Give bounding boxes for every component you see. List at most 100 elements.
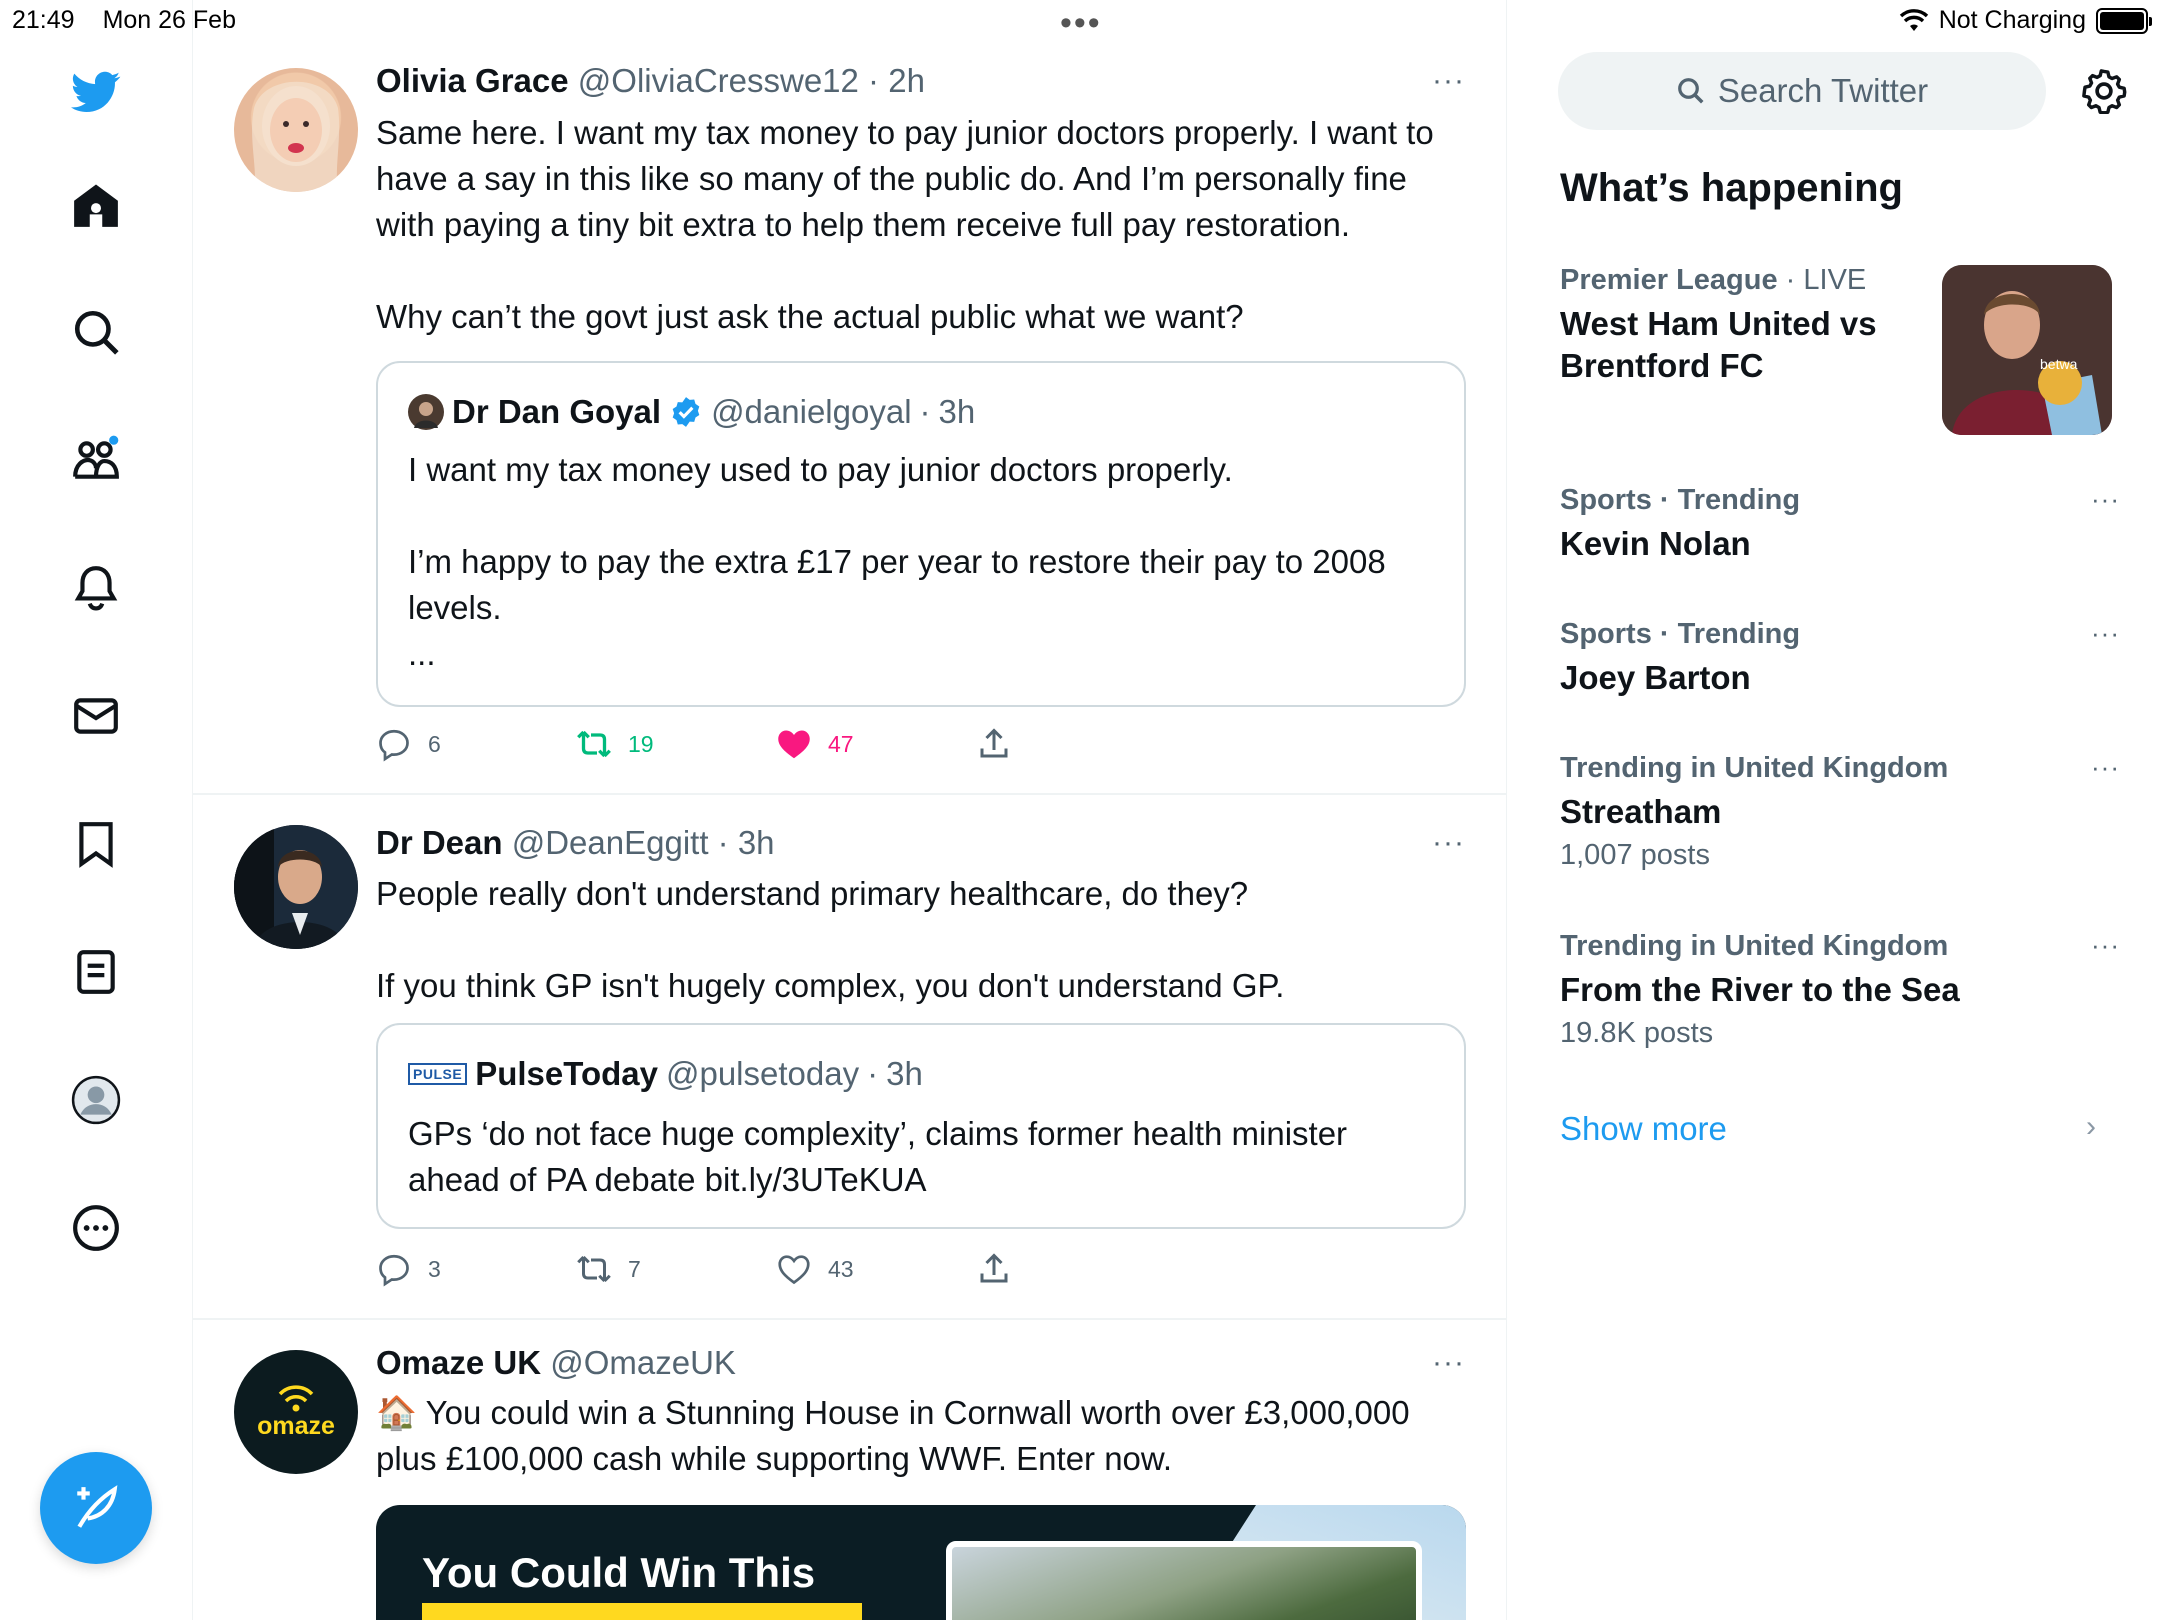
quoted-tweet-text: GPs ‘do not face huge complexity’, claim…: [408, 1115, 1357, 1198]
promo-title: You Could Win This: [422, 1549, 816, 1596]
retweet-button[interactable]: 7: [576, 1251, 641, 1287]
lists-icon[interactable]: [66, 942, 126, 1002]
house-emoji-icon: 🏠: [376, 1394, 418, 1431]
trend-category: Trending in United Kingdom: [1560, 752, 1949, 784]
reply-icon: [379, 1254, 409, 1287]
reply-button[interactable]: 6: [376, 726, 441, 762]
trend-category: Sports · Trending: [1560, 618, 1801, 650]
author-name[interactable]: Omaze UK: [376, 1344, 541, 1381]
author-handle[interactable]: @DeanEggitt: [512, 824, 709, 861]
trend-title: Kevin Nolan: [1560, 525, 1751, 562]
more-options-icon[interactable]: [66, 1198, 126, 1258]
author-name[interactable]: Olivia Grace: [376, 62, 569, 99]
quoted-tweet[interactable]: Dr Dan Goyal @danielgoyal · 3h I want my t…: [376, 361, 1466, 707]
search-input[interactable]: Search Twitter: [1558, 52, 2046, 130]
retweet-icon: [577, 1255, 611, 1283]
trend-thumbnail[interactable]: betwa: [1942, 265, 2112, 435]
reply-count: 6: [428, 730, 441, 757]
whats-happening-heading: What’s happening: [1560, 166, 1903, 210]
communities-icon[interactable]: [66, 430, 126, 490]
tweet-text-body: You could win a Stunning House in Cornwa…: [376, 1394, 1419, 1477]
svg-text:betwa: betwa: [2040, 356, 2078, 372]
promo-house-photo: [946, 1541, 1422, 1620]
compose-tweet-button[interactable]: [40, 1452, 152, 1564]
tweet-actions: 6 19 47: [376, 726, 1076, 766]
settings-gear-icon[interactable]: [2081, 68, 2127, 115]
author-handle[interactable]: @OliviaCresswe12: [578, 62, 859, 99]
explore-search-icon[interactable]: [66, 302, 126, 362]
home-icon[interactable]: [66, 176, 126, 236]
tweet-header: Omaze UK @OmazeUK: [376, 1344, 736, 1382]
quoted-tweet[interactable]: PULSE PulseToday @pulsetoday · 3h GPs ‘do …: [376, 1023, 1466, 1229]
tweet-card[interactable]: Olivia Grace @OliviaCresswe12 · 2h ··· S…: [193, 0, 1506, 795]
notifications-bell-icon[interactable]: [66, 558, 126, 618]
tweet-more-button[interactable]: ···: [1432, 826, 1465, 860]
quoted-tweet-time: 3h: [938, 393, 976, 430]
like-button[interactable]: 47: [776, 726, 854, 762]
twitter-logo-icon[interactable]: [66, 62, 126, 122]
verified-badge-icon: [672, 397, 700, 427]
quoted-author-name: PulseToday: [475, 1055, 658, 1092]
tweet-time[interactable]: 3h: [738, 824, 775, 861]
timeline: Olivia Grace @OliviaCresswe12 · 2h ··· S…: [193, 0, 1507, 1620]
retweet-count: 19: [628, 730, 654, 757]
live-label: LIVE: [1803, 264, 1867, 296]
trend-category: Trending in United Kingdom: [1560, 930, 1949, 962]
reply-icon: [379, 729, 409, 762]
retweet-icon: [577, 730, 611, 758]
author-handle[interactable]: @OmazeUK: [550, 1344, 736, 1381]
tweet-more-button[interactable]: ···: [1432, 1346, 1465, 1380]
trend-more-button[interactable]: ···: [2091, 930, 2120, 961]
like-count: 43: [828, 1255, 854, 1282]
trend-item[interactable]: Trending in United Kingdom Streatham 1,0…: [1560, 752, 2120, 872]
trend-title: West Ham United vs Brentford FC: [1560, 305, 1877, 384]
right-sidebar: Search Twitter What’s happening Premier …: [1508, 0, 2160, 1620]
reply-count: 3: [428, 1255, 441, 1282]
quoted-tweet-header: PULSE PulseToday @pulsetoday · 3h: [408, 1055, 923, 1093]
heart-filled-icon: [778, 730, 810, 759]
messages-envelope-icon[interactable]: [66, 686, 126, 746]
promo-media-card[interactable]: You Could Win This: [376, 1505, 1466, 1620]
omaze-wifi-logo-icon: [278, 1384, 314, 1411]
tweet-header: Olivia Grace @OliviaCresswe12 · 2h: [376, 62, 925, 99]
share-icon: [980, 1253, 1008, 1283]
heart-outline-icon: [778, 1255, 810, 1285]
tweet-text: 🏠 You could win a Stunning House in Corn…: [376, 1390, 1456, 1482]
avatar[interactable]: omaze: [234, 1350, 358, 1474]
trend-title: From the River to the Sea: [1560, 971, 1960, 1008]
retweet-button[interactable]: 19: [576, 726, 654, 762]
trend-title: Streatham: [1560, 793, 1722, 830]
tweet-header: Dr Dean @DeanEggitt · 3h: [376, 824, 775, 861]
omaze-logo-text: omaze: [257, 1411, 335, 1440]
trend-post-count: 19.8K posts: [1560, 1017, 1714, 1049]
trend-item[interactable]: Sports · Trending Joey Barton ···: [1560, 618, 2120, 699]
trend-item[interactable]: Trending in United Kingdom From the Rive…: [1560, 930, 2120, 1050]
like-button[interactable]: 43: [776, 1251, 854, 1287]
trend-more-button[interactable]: ···: [2091, 618, 2120, 649]
trend-post-count: 1,007 posts: [1560, 839, 1710, 871]
trend-category: Sports · Trending: [1560, 484, 1801, 516]
tweet-more-button[interactable]: ···: [1432, 64, 1465, 98]
tweet-card[interactable]: omaze Omaze UK @OmazeUK ··· 🏠 You could …: [193, 1320, 1506, 1620]
quoted-tweet-time: 3h: [886, 1055, 923, 1092]
share-button[interactable]: [976, 1251, 1012, 1287]
trend-item[interactable]: Sports · Trending Kevin Nolan ···: [1560, 484, 2120, 565]
profile-avatar-icon[interactable]: [66, 1070, 126, 1130]
reply-button[interactable]: 3: [376, 1251, 441, 1287]
like-count: 47: [828, 730, 854, 757]
show-more-link[interactable]: Show more: [1560, 1110, 1727, 1148]
avatar[interactable]: [234, 68, 358, 192]
tweet-actions: 3 7 43: [376, 1251, 1076, 1291]
tweet-time[interactable]: 2h: [888, 62, 925, 99]
quoted-tweet-header: Dr Dan Goyal @danielgoyal · 3h: [408, 393, 975, 431]
tweet-card[interactable]: Dr Dean @DeanEggitt · 3h ··· People real…: [193, 795, 1506, 1320]
author-name[interactable]: Dr Dean: [376, 824, 503, 861]
trend-title: Joey Barton: [1560, 659, 1751, 696]
bookmarks-icon[interactable]: [66, 814, 126, 874]
trend-more-button[interactable]: ···: [2091, 484, 2120, 515]
avatar[interactable]: [234, 825, 358, 949]
promo-headline-bar: [422, 1603, 862, 1620]
avatar: [408, 394, 444, 430]
trend-more-button[interactable]: ···: [2091, 752, 2120, 783]
share-button[interactable]: [976, 726, 1012, 762]
